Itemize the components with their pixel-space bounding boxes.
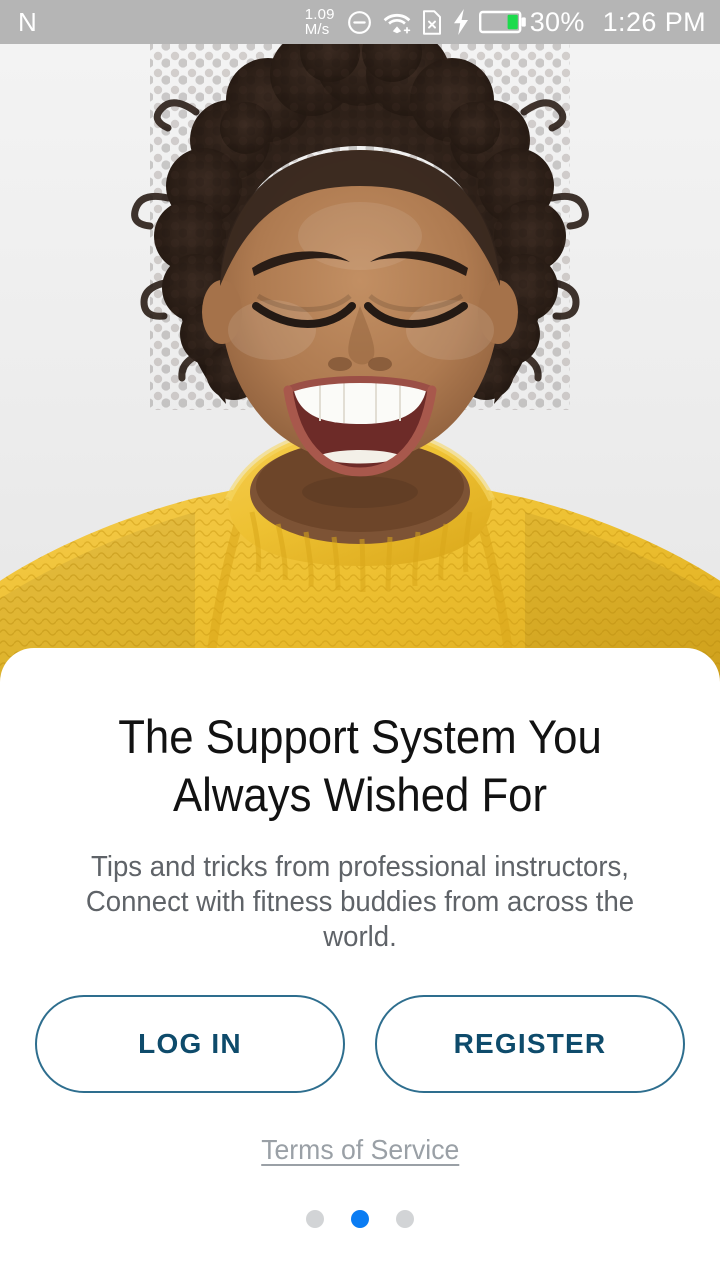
- onboarding-card: The Support System You Always Wished For…: [0, 648, 720, 1280]
- register-button[interactable]: REGISTER: [375, 995, 685, 1093]
- charging-bolt-icon: [453, 9, 468, 35]
- page-dot-3[interactable]: [396, 1210, 414, 1228]
- nfc-icon: N: [18, 7, 37, 37]
- page-indicator: [306, 1210, 414, 1228]
- do-not-disturb-icon: [347, 10, 371, 34]
- battery-percent: 30%: [529, 6, 585, 37]
- battery-icon: [478, 10, 526, 34]
- status-bar-right: 1.09 M/s 30% 1:26 PM: [305, 7, 706, 38]
- page-subtitle: Tips and tricks from professional instru…: [85, 851, 635, 953]
- status-bar-clock: 1:26 PM: [602, 6, 706, 37]
- network-speed-value: 1.09: [304, 6, 335, 23]
- onboarding-screen: N 1.09 M/s 30% 1:26 PM The Support Syste…: [0, 0, 720, 1280]
- page-title: The Support System You Always Wished For: [118, 710, 602, 821]
- network-speed-indicator: 1.09 M/s: [305, 7, 335, 37]
- page-dot-2[interactable]: [351, 1210, 369, 1228]
- terms-of-service-link[interactable]: Terms of Service: [261, 1134, 459, 1166]
- no-sim-card-icon: [422, 9, 441, 35]
- battery-indicator: 30%: [478, 6, 585, 38]
- network-speed-unit: M/s: [304, 21, 330, 38]
- login-button[interactable]: LOG IN: [35, 995, 345, 1093]
- wifi-icon: [383, 13, 410, 34]
- auth-button-row: LOG IN REGISTER: [35, 995, 685, 1093]
- page-dot-1[interactable]: [306, 1210, 324, 1228]
- hero-photo: [0, 0, 720, 700]
- status-bar-left: N: [18, 9, 37, 35]
- status-bar: N 1.09 M/s 30% 1:26 PM: [0, 0, 720, 44]
